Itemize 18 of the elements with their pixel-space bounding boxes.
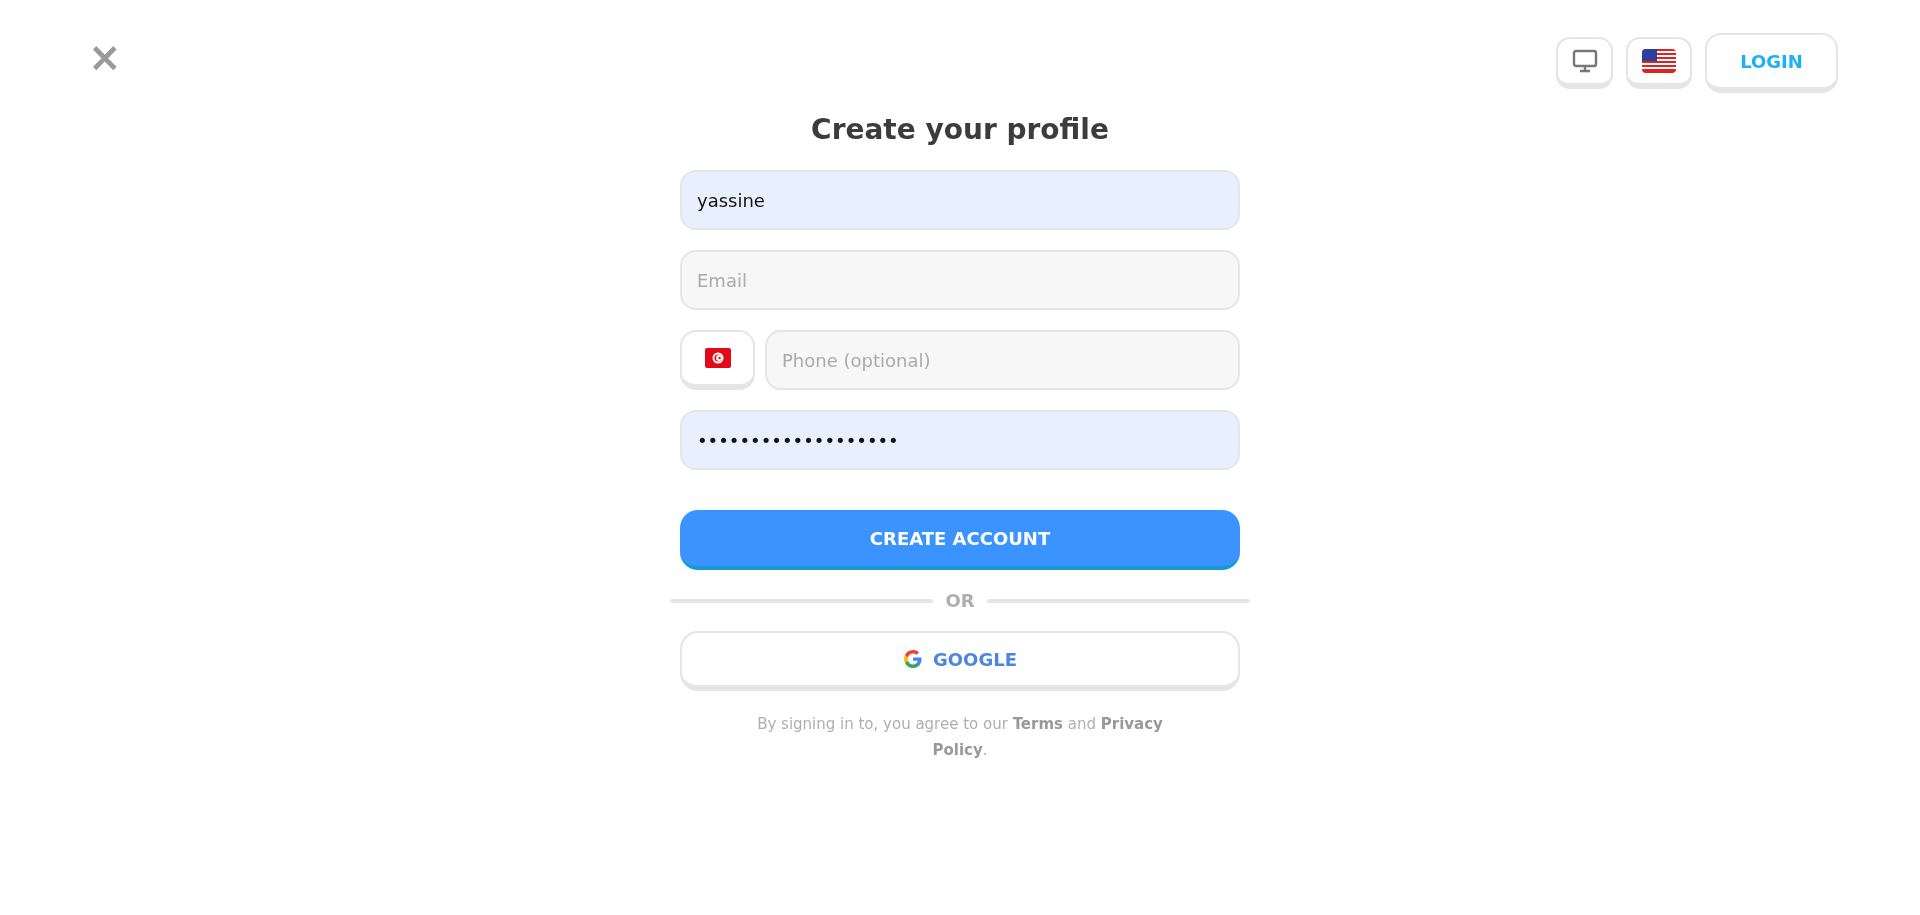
input-field[interactable]: Email <box>680 250 1240 310</box>
input-field[interactable]: yassine <box>680 170 1240 230</box>
flag-icon <box>1642 49 1676 73</box>
login-button[interactable]: LOGIN <box>1705 33 1838 93</box>
country-button[interactable] <box>680 330 755 390</box>
page-title: Create your profile <box>810 113 1110 146</box>
google-icon <box>903 649 924 669</box>
input-field[interactable]: ••••••••••••••••••• <box>680 410 1240 470</box>
phone-field[interactable]: Phone (optional) <box>765 330 1240 390</box>
or-label: OR <box>945 590 975 611</box>
google-button[interactable]: GOOGLE <box>680 631 1240 691</box>
language-button[interactable] <box>1626 37 1692 89</box>
monitor-icon <box>1571 49 1598 73</box>
legal-text: By signing in to, you agree to our Terms and Privacy Policy. <box>756 714 1164 761</box>
flag-icon <box>704 348 731 368</box>
create-account-button[interactable]: CREATE ACCOUNT <box>680 510 1240 570</box>
close-button[interactable]: × <box>88 37 122 77</box>
display-button[interactable] <box>1556 37 1613 89</box>
